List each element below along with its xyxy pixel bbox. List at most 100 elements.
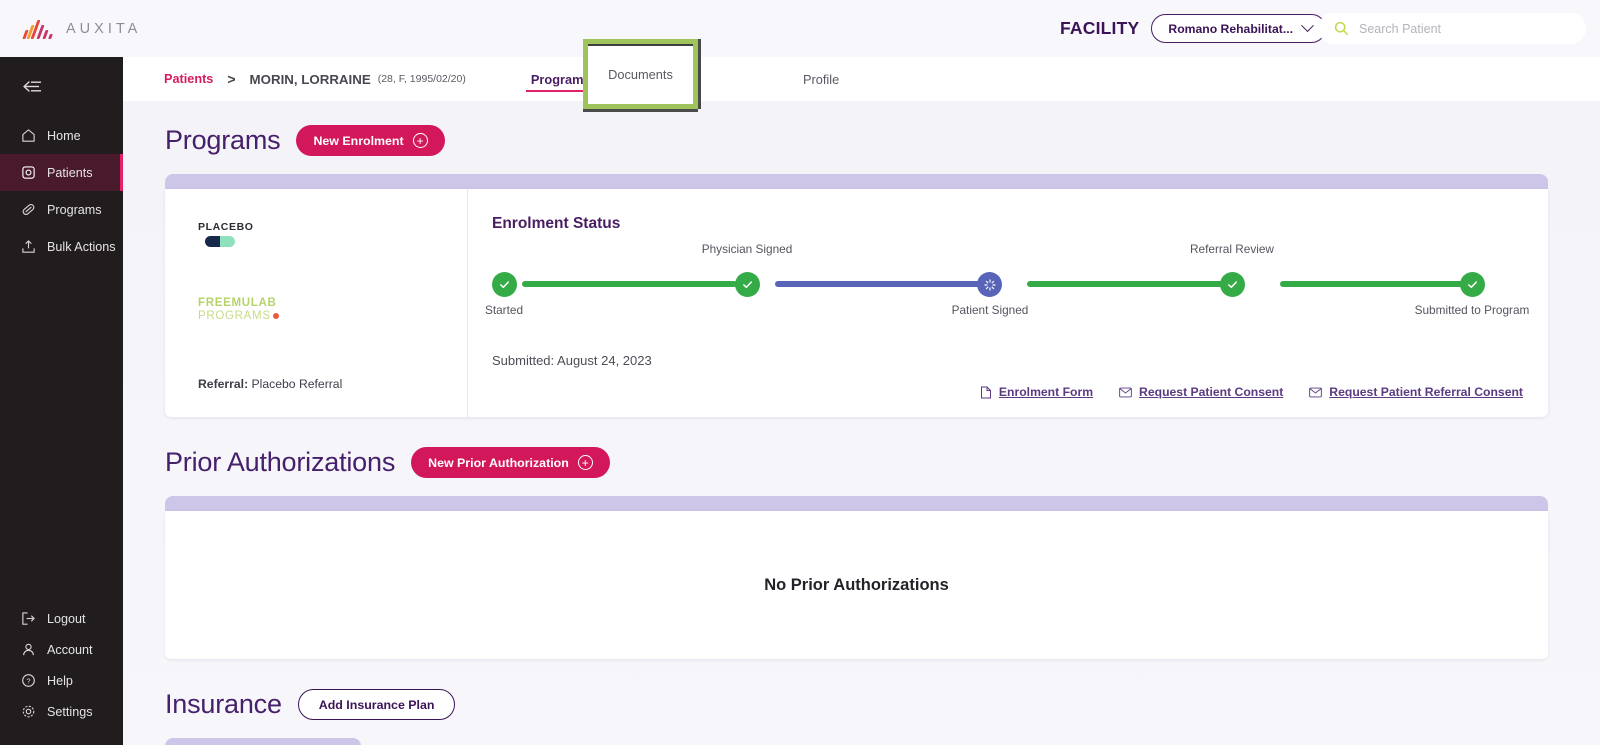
- document-icon: [980, 386, 992, 399]
- step-node-started: [492, 272, 517, 297]
- search-patient-box[interactable]: [1318, 13, 1586, 44]
- programs-section-header: Programs New Enrolment +: [165, 125, 1548, 156]
- subheader: Patients > MORIN, LORRAINE (28, F, 1995/…: [123, 57, 1600, 101]
- tab-documents-highlight: Documents: [583, 39, 698, 109]
- facility-dropdown-value: Romano Rehabilitat...: [1168, 22, 1293, 36]
- insurance-card: [165, 738, 361, 745]
- new-prior-authorization-button[interactable]: New Prior Authorization +: [411, 447, 610, 478]
- prior-auth-empty-state: No Prior Authorizations: [165, 511, 1548, 659]
- user-icon: [20, 642, 36, 658]
- spinner-icon: [983, 278, 997, 292]
- referral-label: Referral:: [198, 377, 248, 391]
- card-header-bar: [165, 496, 1548, 511]
- main-content: Programs New Enrolment + PLACEBO FREEMUL…: [123, 101, 1600, 745]
- enrolment-status-title: Enrolment Status: [492, 215, 1548, 233]
- check-icon: [1226, 278, 1239, 291]
- program-document-links: Enrolment Form Request Patient Consent R…: [980, 385, 1523, 399]
- sidebar-item-programs[interactable]: Programs: [0, 191, 123, 228]
- new-enrolment-button[interactable]: New Enrolment +: [296, 125, 444, 156]
- sidebar-item-label: Bulk Actions: [47, 240, 116, 254]
- request-patient-referral-consent-link[interactable]: Request Patient Referral Consent: [1309, 385, 1523, 399]
- sidebar-item-label: Help: [47, 674, 73, 688]
- add-insurance-plan-button[interactable]: Add Insurance Plan: [298, 689, 456, 720]
- program-card: PLACEBO FREEMULAB PROGRAMS Referral: Pla…: [165, 174, 1548, 417]
- prior-auth-card: No Prior Authorizations: [165, 496, 1548, 659]
- program-card-body: PLACEBO FREEMULAB PROGRAMS Referral: Pla…: [165, 189, 1548, 417]
- prior-auth-title: Prior Authorizations: [165, 447, 395, 478]
- patients-icon: [20, 165, 36, 181]
- insurance-section-header: Insurance Add Insurance Plan: [165, 689, 1548, 720]
- page-title: Programs: [165, 125, 280, 156]
- link-label: Request Patient Referral Consent: [1329, 385, 1523, 399]
- sidebar-item-label: Patients: [47, 166, 93, 180]
- tab-label: Profile: [803, 72, 839, 87]
- step-node-submitted-to-program: [1460, 272, 1485, 297]
- brand: AUXITA: [22, 17, 141, 41]
- programs-pill-icon: [20, 202, 36, 218]
- step-node-patient-signed: [977, 272, 1002, 297]
- brand-name: AUXITA: [66, 21, 141, 37]
- sidebar-item-settings[interactable]: Settings: [0, 696, 123, 727]
- sidebar-bottom-nav: Logout Account ? Help Settings: [0, 603, 123, 727]
- step-label-referral-review: Referral Review: [1142, 242, 1322, 256]
- sidebar-item-label: Programs: [47, 203, 102, 217]
- tab-documents[interactable]: Documents: [608, 67, 673, 82]
- prior-auth-empty-text: No Prior Authorizations: [764, 576, 949, 595]
- step-segment-3: [1027, 281, 1242, 287]
- submitted-date: Submitted: August 24, 2023: [492, 353, 1548, 368]
- sidebar-item-label: Account: [47, 643, 93, 657]
- breadcrumb-separator: >: [227, 71, 235, 87]
- step-segment-1: [522, 281, 737, 287]
- sidebar-item-logout[interactable]: Logout: [0, 603, 123, 634]
- program-card-right: Enrolment Status Started: [468, 189, 1548, 417]
- sidebar-item-help[interactable]: ? Help: [0, 665, 123, 696]
- referral-value: Placebo Referral: [252, 377, 343, 391]
- tab-profile[interactable]: Profile: [781, 57, 861, 101]
- chevron-down-icon: [1301, 19, 1314, 32]
- svg-text:?: ?: [26, 677, 30, 686]
- link-label: Enrolment Form: [999, 385, 1093, 399]
- facility-label: FACILITY: [1060, 18, 1139, 39]
- breadcrumb-patient-name: MORIN, LORRAINE: [250, 72, 371, 87]
- sidebar-item-account[interactable]: Account: [0, 634, 123, 665]
- enrolment-status-stepper: Started Physician Signed: [492, 261, 1510, 337]
- sidebar-item-home[interactable]: Home: [0, 117, 123, 154]
- breadcrumb-patient-meta: (28, F, 1995/02/20): [378, 73, 466, 85]
- step-segment-4: [1280, 281, 1480, 287]
- insurance-title: Insurance: [165, 689, 282, 720]
- placebo-logo: PLACEBO: [198, 221, 262, 247]
- help-circle-icon: ?: [20, 673, 36, 689]
- add-insurance-plan-label: Add Insurance Plan: [319, 698, 435, 712]
- logout-icon: [20, 611, 36, 627]
- breadcrumb-patients-link[interactable]: Patients: [164, 72, 213, 86]
- search-icon: [1334, 21, 1349, 36]
- envelope-icon: [1119, 387, 1132, 398]
- step-segment-2: [775, 281, 990, 287]
- prior-auth-section-header: Prior Authorizations New Prior Authoriza…: [165, 447, 1548, 478]
- sidebar-nav: Home Patients Programs Bulk Actions: [0, 117, 123, 265]
- top-bar: AUXITA FACILITY Romano Rehabilitat...: [0, 0, 1600, 57]
- facility-selector-group: FACILITY Romano Rehabilitat...: [1060, 14, 1326, 43]
- card-header-bar: [165, 174, 1548, 189]
- step-node-referral-review: [1220, 272, 1245, 297]
- sidebar-item-label: Settings: [47, 705, 93, 719]
- search-input[interactable]: [1359, 22, 1559, 36]
- collapse-sidebar-icon[interactable]: [22, 79, 42, 93]
- home-icon: [20, 128, 36, 144]
- card-header-bar: [165, 738, 361, 745]
- request-patient-consent-link[interactable]: Request Patient Consent: [1119, 385, 1283, 399]
- step-label-submitted-to-program: Submitted to Program: [1412, 303, 1532, 318]
- envelope-icon: [1309, 387, 1322, 398]
- new-prior-auth-label: New Prior Authorization: [428, 456, 569, 470]
- enrolment-form-link[interactable]: Enrolment Form: [980, 385, 1093, 399]
- check-icon: [498, 278, 511, 291]
- referral-info: Referral: Placebo Referral: [198, 377, 342, 391]
- sidebar-item-patients[interactable]: Patients: [0, 154, 123, 191]
- step-label-started: Started: [414, 303, 594, 317]
- facility-dropdown[interactable]: Romano Rehabilitat...: [1151, 14, 1326, 43]
- upload-icon: [20, 239, 36, 255]
- link-label: Request Patient Consent: [1139, 385, 1283, 399]
- sponsor-dot-icon: [273, 313, 279, 319]
- sidebar-item-label: Logout: [47, 612, 86, 626]
- sidebar-item-bulk-actions[interactable]: Bulk Actions: [0, 228, 123, 265]
